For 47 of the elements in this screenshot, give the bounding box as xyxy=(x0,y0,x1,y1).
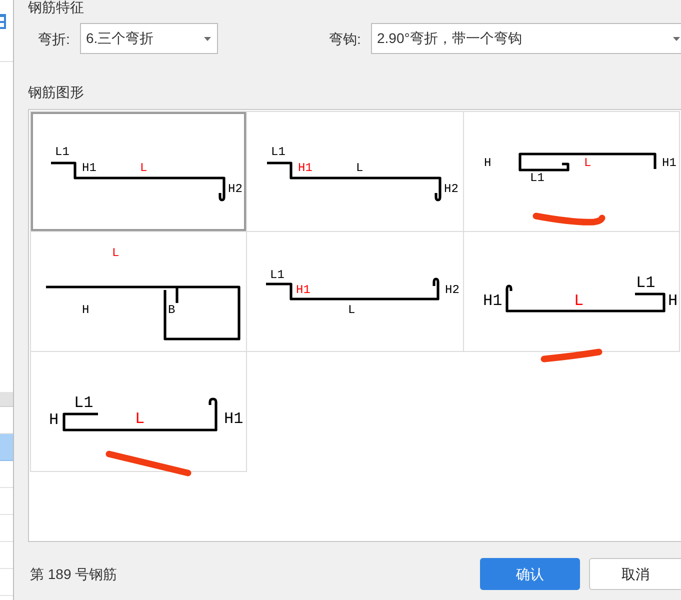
shape-option[interactable]: L1 H1 L H2 xyxy=(247,112,464,232)
dimension-label: L xyxy=(584,157,592,169)
dimension-label: H1 xyxy=(224,411,244,427)
cancel-button[interactable]: 取消 xyxy=(589,558,681,590)
dimension-label: L xyxy=(574,293,584,309)
shape-option[interactable]: H L H1 L1 xyxy=(464,112,680,232)
dimension-label: H xyxy=(82,304,90,316)
shape-option[interactable]: L1 H L H1 xyxy=(31,352,247,472)
field-label: 弯折: xyxy=(38,30,71,46)
dimension-label: L1 xyxy=(271,146,286,158)
dimension-label: H2 xyxy=(445,284,460,296)
dimension-label: L xyxy=(140,162,148,174)
dimension-label: L xyxy=(348,304,356,316)
dimension-label: H2 xyxy=(444,183,458,195)
dimension-label: L xyxy=(356,162,364,174)
select-dropdown[interactable]: 2.90°弯折，带一个弯钩 xyxy=(371,23,681,54)
dimension-label: L xyxy=(135,411,145,427)
select-dropdown[interactable]: 6.三个弯折 xyxy=(80,23,218,54)
dimension-label: H1 xyxy=(298,162,312,174)
dimension-label: H2 xyxy=(228,183,242,195)
section-title: 钢筋特征 xyxy=(28,0,85,14)
dimension-label: H xyxy=(49,412,59,428)
table-row[interactable] xyxy=(0,434,13,461)
dimension-label: H1 xyxy=(662,157,676,169)
dimension-label: H1 xyxy=(483,293,502,309)
dimension-label: H1 xyxy=(82,162,96,174)
field-label: 弯钩: xyxy=(329,30,362,46)
caret-down-icon xyxy=(204,36,211,40)
dimension-label: L1 xyxy=(530,172,544,184)
caret-down-icon xyxy=(673,36,680,40)
dimension-label: L xyxy=(112,247,120,259)
section-title: 钢筋图形 xyxy=(28,84,85,100)
dimension-label: H1 xyxy=(296,284,310,296)
dimension-label: H xyxy=(668,293,678,309)
dimension-label: H xyxy=(484,157,492,169)
shape-option[interactable]: L H B xyxy=(31,232,247,352)
dimension-label: L1 xyxy=(55,146,70,158)
shape-option[interactable]: L1 H1 L H2 xyxy=(31,112,247,232)
shape-option[interactable]: L1 H1 L H xyxy=(464,232,680,352)
confirm-button[interactable]: 确认 xyxy=(480,558,580,590)
dimension-label: L1 xyxy=(636,275,656,291)
shape-option[interactable]: L1 H1 H2 L xyxy=(247,232,464,352)
status-text: 第 189 号钢筋 xyxy=(30,564,118,584)
dimension-label: B xyxy=(168,304,176,316)
dimension-label: L1 xyxy=(74,395,94,411)
dimension-label: L1 xyxy=(270,269,284,281)
table-header xyxy=(0,392,13,407)
